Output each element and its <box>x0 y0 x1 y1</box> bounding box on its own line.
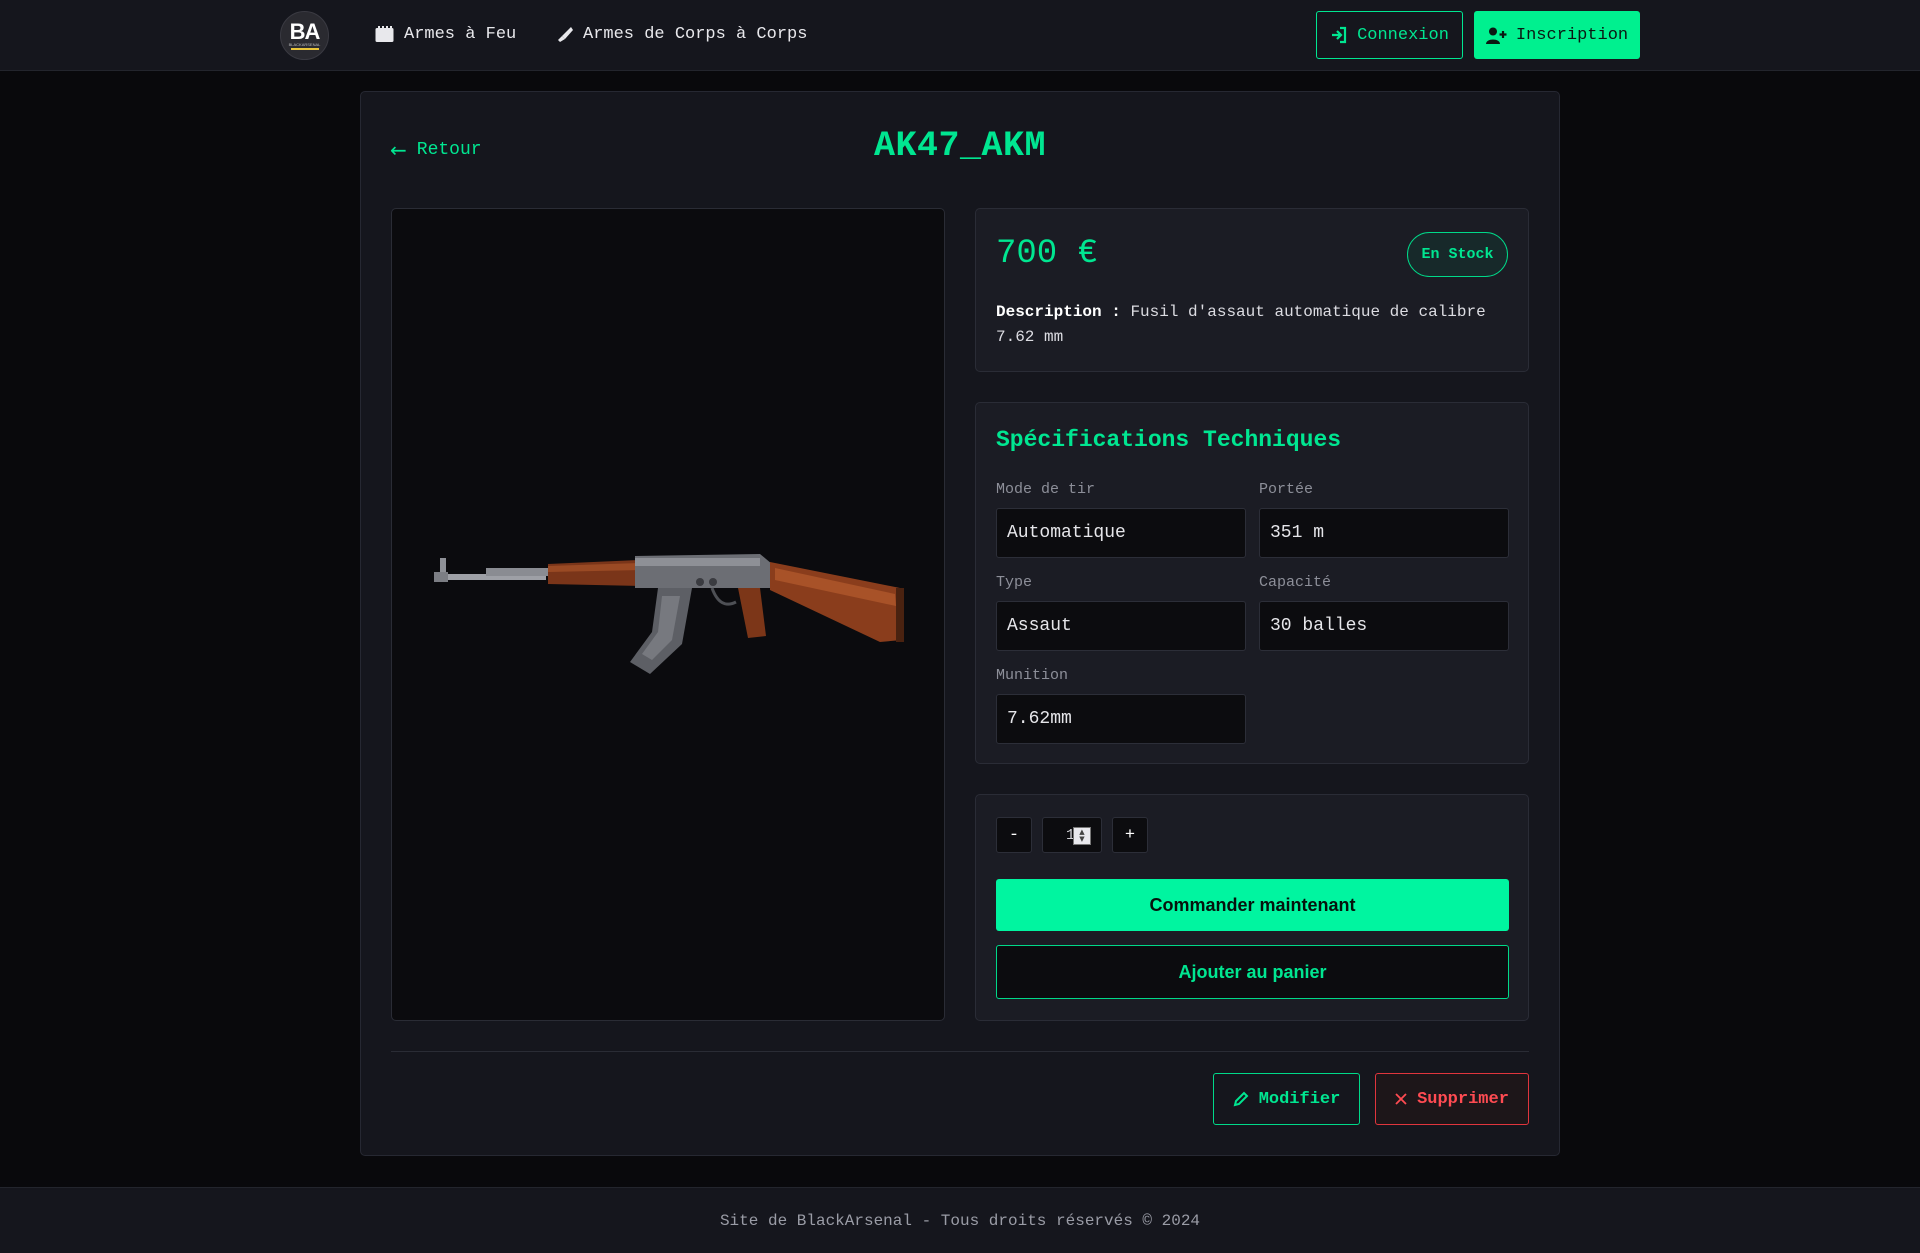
quantity-input[interactable]: 1 ▲ ▼ <box>1042 817 1102 853</box>
spec-value-fire-mode: Automatique <box>996 508 1246 558</box>
order-now-button[interactable]: Commander maintenant <box>996 879 1509 931</box>
back-label: Retour <box>416 140 482 160</box>
spec-value-range: 351 m <box>1259 508 1509 558</box>
add-to-cart-button[interactable]: Ajouter au panier <box>996 945 1509 999</box>
edit-button[interactable]: Modifier <box>1213 1073 1360 1125</box>
rifle-image <box>434 554 904 674</box>
edit-label: Modifier <box>1258 1089 1341 1109</box>
delete-label: Supprimer <box>1417 1089 1509 1109</box>
pencil-icon <box>1233 1091 1249 1107</box>
delete-button[interactable]: Supprimer <box>1375 1073 1529 1125</box>
firearm-icon <box>375 25 394 42</box>
register-label: Inscription <box>1515 25 1629 45</box>
user-plus-icon <box>1485 27 1507 44</box>
logo-bar <box>290 47 319 50</box>
description-label: Description : <box>996 303 1121 321</box>
arrow-left-icon: ← <box>390 138 407 162</box>
footer: Site de BlackArsenal - Tous droits réser… <box>0 1187 1920 1253</box>
login-icon <box>1332 26 1347 44</box>
knife-icon <box>558 26 573 42</box>
logo[interactable]: BA BLACKARSENAL <box>280 11 329 60</box>
product-title: AK47_AKM <box>873 126 1047 166</box>
spec-value-type: Assaut <box>996 601 1246 651</box>
close-icon <box>1395 1093 1407 1105</box>
price-panel: 700 € En Stock Description : Fusil d'ass… <box>975 208 1529 372</box>
quantity-decrement-button[interactable]: - <box>996 817 1032 853</box>
spec-label-fire-mode: Mode de tir <box>996 481 1096 498</box>
quantity-increment-button[interactable]: + <box>1112 817 1148 853</box>
spec-label-type: Type <box>996 574 1033 591</box>
spec-value-capacity: 30 balles <box>1259 601 1509 651</box>
stock-badge: En Stock <box>1407 232 1508 277</box>
nav-link-firearms[interactable]: Armes à Feu <box>375 22 516 46</box>
nav-link-label: Armes à Feu <box>404 24 517 44</box>
back-link[interactable]: ← Retour <box>390 136 482 164</box>
spec-label-range: Portée <box>1259 481 1314 498</box>
specs-panel: Spécifications Techniques Mode de tir Au… <box>975 402 1529 764</box>
navbar: BA BLACKARSENAL Armes à Feu Armes de Cor… <box>0 0 1920 71</box>
product-image <box>391 208 945 1021</box>
footer-text: Site de BlackArsenal - Tous droits réser… <box>719 1211 1201 1230</box>
spec-label-capacity: Capacité <box>1259 574 1332 591</box>
price: 700 € <box>996 235 1099 273</box>
logo-text: BA <box>289 18 321 44</box>
description: Description : Fusil d'assaut automatique… <box>996 300 1511 350</box>
login-button[interactable]: Connexion <box>1316 11 1463 59</box>
spinner-icon[interactable]: ▲ ▼ <box>1073 827 1091 845</box>
order-panel: - 1 ▲ ▼ + Commander maintenant Ajouter au… <box>975 794 1529 1021</box>
spec-value-ammo: 7.62mm <box>996 694 1246 744</box>
logo-subtext: BLACKARSENAL <box>288 41 321 47</box>
login-label: Connexion <box>1357 25 1449 45</box>
spec-label-ammo: Munition <box>996 667 1069 684</box>
divider <box>391 1051 1529 1052</box>
nav-link-label: Armes de Corps à Corps <box>583 24 808 44</box>
nav-link-melee[interactable]: Armes de Corps à Corps <box>557 22 807 46</box>
register-button[interactable]: Inscription <box>1474 11 1640 59</box>
specs-title: Spécifications Techniques <box>996 427 1342 453</box>
